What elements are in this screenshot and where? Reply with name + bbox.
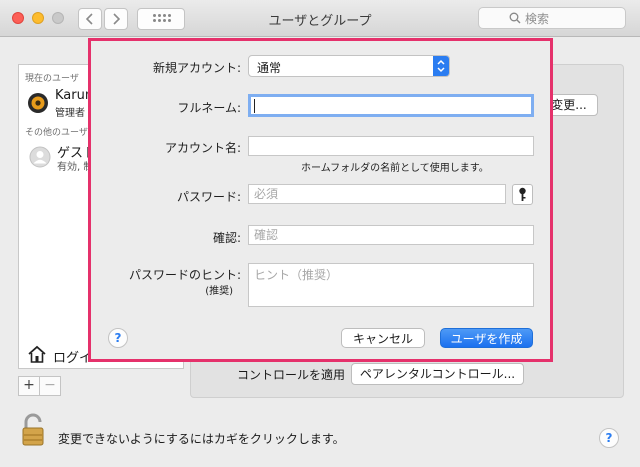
current-users-label: 現在のユーザ <box>25 74 79 84</box>
new-account-dialog: 新規アカウント: 通常 フルネーム: アカウント名: ホームフォルダの名前として… <box>88 38 553 362</box>
current-user-role: 管理者 <box>55 108 85 119</box>
avatar <box>28 93 48 113</box>
full-name-field[interactable] <box>248 94 534 117</box>
title-bar: ユーザとグループ 検索 <box>0 0 640 37</box>
password-assistant-button[interactable] <box>512 184 533 205</box>
add-remove-controls: + − <box>18 376 182 396</box>
chevron-updown-icon <box>433 56 449 76</box>
password-hint-field[interactable]: ヒント（推奨） <box>248 263 534 307</box>
account-type-select[interactable]: 通常 <box>248 55 450 77</box>
account-type-value: 通常 <box>257 61 282 75</box>
account-name-hint: ホームフォルダの名前として使用します。 <box>301 163 489 174</box>
account-name-label: アカウント名: <box>164 141 241 155</box>
help-button[interactable]: ? <box>599 428 619 448</box>
add-user-button[interactable]: + <box>18 376 40 396</box>
verify-field[interactable]: 確認 <box>248 225 534 245</box>
text-cursor <box>254 99 255 113</box>
password-hint-label: パスワードのヒント: <box>128 268 241 282</box>
remove-user-button[interactable]: − <box>39 376 61 396</box>
create-user-button[interactable]: ユーザを作成 <box>440 328 533 348</box>
login-options-label: ログイ <box>53 351 93 366</box>
search-input[interactable]: 検索 <box>478 7 626 29</box>
parental-controls-button[interactable]: ペアレンタルコントロール... <box>351 363 524 385</box>
other-users-label: その他のユーザ <box>25 128 88 138</box>
search-placeholder: 検索 <box>525 12 550 26</box>
account-name-field[interactable] <box>248 136 534 156</box>
full-name-label: フルネーム: <box>177 101 241 115</box>
search-icon <box>509 12 521 24</box>
house-icon <box>28 345 46 363</box>
dialog-help-button[interactable]: ? <box>108 328 128 348</box>
password-field[interactable]: 必須 <box>248 184 506 204</box>
lock-message: 変更できないようにするにはカギをクリックします。 <box>58 432 345 446</box>
guest-avatar-icon <box>29 146 51 168</box>
password-label: パスワード: <box>176 190 241 204</box>
cancel-button[interactable]: キャンセル <box>341 328 425 348</box>
password-hint-sublabel: (推奨) <box>205 286 233 297</box>
verify-label: 確認: <box>212 231 241 245</box>
lock-icon[interactable] <box>20 413 46 447</box>
key-icon <box>519 187 526 201</box>
apply-controls-label: コントロールを適用 <box>237 368 346 382</box>
new-account-label: 新規アカウント: <box>152 61 241 75</box>
